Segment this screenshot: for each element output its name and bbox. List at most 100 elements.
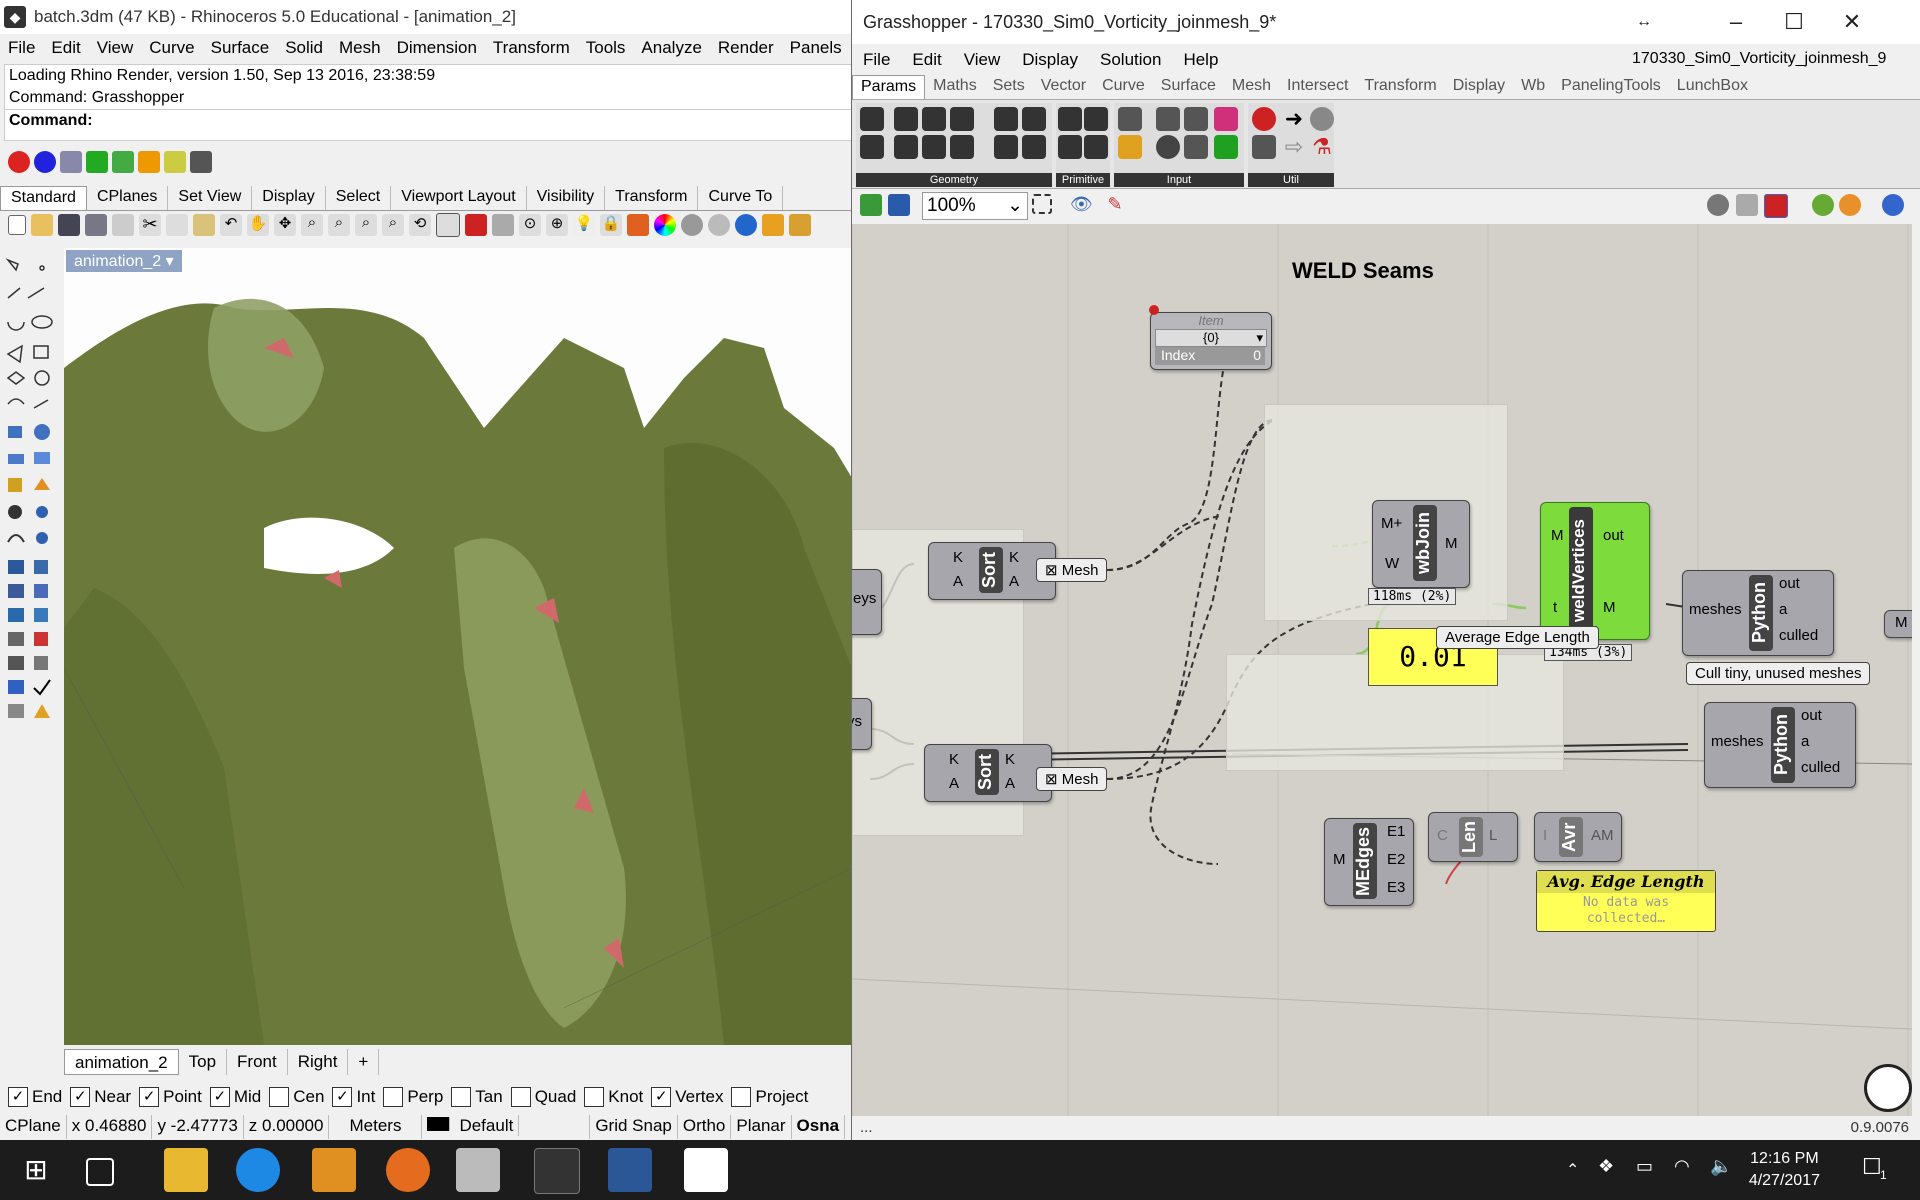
medges-input-m[interactable]: M [1333, 851, 1346, 868]
arrow-outline-icon[interactable]: ⇨ [1282, 135, 1306, 159]
zoom-dropdown[interactable]: 100% ⌄ [922, 192, 1028, 220]
resize-arrows-icon[interactable]: ↔ [1615, 0, 1673, 44]
weld-input-t[interactable]: t [1553, 599, 1557, 616]
osnap-checkbox[interactable]: ✓ [8, 1087, 28, 1107]
open-file-icon[interactable] [860, 194, 882, 216]
osnap-checkbox[interactable] [731, 1087, 752, 1107]
rhino-app-icon[interactable] [456, 1148, 500, 1192]
settings-icon[interactable] [762, 214, 784, 236]
copy-icon[interactable] [166, 214, 188, 236]
gear-icon[interactable] [789, 214, 811, 236]
gh-menu-view[interactable]: View [953, 48, 1012, 72]
sort-output-k[interactable]: K [1009, 549, 1019, 566]
graph-mapper-icon[interactable] [1118, 135, 1142, 159]
cplane-icon[interactable]: ⊙ [519, 214, 541, 236]
sort-input-a[interactable]: A [953, 573, 963, 590]
wbjoin-output-m[interactable]: M [1445, 535, 1458, 552]
osnap-checkbox[interactable] [383, 1087, 404, 1107]
osnap-checkbox[interactable]: ✓ [332, 1087, 353, 1107]
action-center-icon[interactable]: ☐ [1862, 1154, 1882, 1180]
layer-icon[interactable] [627, 214, 649, 236]
osnap-checkbox[interactable] [451, 1087, 472, 1107]
preview-mesh-icon[interactable] [1812, 194, 1834, 216]
sort-output-a[interactable]: A [1005, 775, 1015, 792]
gh-canvas[interactable]: WELD Seams Item {0} ▾ Index 0 eys ys K A S… [852, 224, 1912, 1116]
python-output-out[interactable]: out [1779, 575, 1800, 592]
zoom-icon[interactable]: ⌕ [301, 214, 323, 236]
param-icon[interactable] [1022, 135, 1046, 159]
chevron-up-icon[interactable]: ⌃ [1566, 1160, 1579, 1180]
viewport-tab-add[interactable]: + [348, 1049, 380, 1075]
arrow-right-icon[interactable]: ➜ [1282, 107, 1306, 131]
light-icon[interactable] [138, 151, 160, 173]
gh-tab-wb[interactable]: Wb [1513, 75, 1553, 99]
osnap-checkbox[interactable]: ✓ [651, 1087, 672, 1107]
sun-icon[interactable] [164, 151, 186, 173]
data-recorder-icon[interactable] [1310, 107, 1334, 131]
gh-menu-display[interactable]: Display [1011, 48, 1089, 72]
weldvertices-component[interactable]: M t weldVertices out M [1540, 502, 1650, 640]
rhino-menu-curve[interactable]: Curve [141, 36, 202, 62]
side-toolbar-icons[interactable] [0, 250, 60, 770]
word-icon[interactable] [608, 1148, 652, 1192]
environment-icon[interactable] [112, 151, 134, 173]
gh-title-bar[interactable]: Grasshopper - 170330_Sim0_Vorticity_join… [852, 0, 1920, 44]
osnap-checkbox[interactable] [584, 1087, 605, 1107]
sphere-blue-icon[interactable] [34, 151, 56, 173]
gh-tab-curve[interactable]: Curve [1094, 75, 1153, 99]
tab-select[interactable]: Select [326, 186, 392, 210]
value-list-icon[interactable] [1184, 135, 1208, 159]
object-properties-icon[interactable] [492, 214, 514, 236]
weld-output-out[interactable]: out [1603, 527, 1624, 544]
left-stub-component[interactable]: ys [852, 698, 872, 750]
command-prompt[interactable]: Command: [5, 109, 851, 132]
windows-start-icon[interactable]: ⊞ [14, 1148, 58, 1192]
rhino-menu-surface[interactable]: Surface [203, 36, 278, 62]
car-icon[interactable] [465, 214, 487, 236]
rhino-menu-file[interactable]: File [0, 36, 43, 62]
tab-set-view[interactable]: Set View [168, 186, 253, 210]
param-icon[interactable] [1022, 107, 1046, 131]
tab-standard[interactable]: Standard [0, 186, 87, 210]
firefox-icon[interactable] [386, 1148, 430, 1192]
file-explorer-icon[interactable] [164, 1148, 208, 1192]
light-bulb-icon[interactable]: 💡 [573, 214, 595, 236]
rhino-menu-render[interactable]: Render [710, 36, 782, 62]
avg-edge-panel[interactable]: Avg. Edge Length No data was collected… [1536, 870, 1716, 932]
task-view-icon[interactable] [86, 1158, 114, 1186]
sphere-red-icon[interactable] [8, 151, 30, 173]
lock-icon[interactable]: 🔒 [600, 214, 622, 236]
osnap-icon[interactable]: ⊕ [546, 214, 568, 236]
viewport-layout-icon[interactable] [436, 213, 460, 237]
wbjoin-input-mplus[interactable]: M+ [1381, 515, 1402, 532]
wbjoin-input-w[interactable]: W [1385, 555, 1399, 572]
document-sphere-icon[interactable] [1882, 194, 1904, 216]
gh-tab-maths[interactable]: Maths [925, 75, 985, 99]
tab-transform[interactable]: Transform [605, 186, 699, 210]
open-file-icon[interactable] [31, 214, 53, 236]
terminal-icon[interactable] [534, 1148, 580, 1194]
zoom-extents-icon[interactable] [1032, 194, 1052, 214]
param-icon[interactable] [950, 135, 974, 159]
dropbox-icon[interactable]: ❖ [1598, 1156, 1614, 1177]
python-input-meshes[interactable]: meshes [1711, 733, 1764, 750]
render-sphere-icon[interactable] [735, 214, 757, 236]
viewport-tab-top[interactable]: Top [178, 1049, 228, 1075]
tab-display[interactable]: Display [252, 186, 326, 210]
galapagos-icon[interactable] [1252, 135, 1276, 159]
gh-tab-transform[interactable]: Transform [1356, 75, 1444, 99]
gh-tab-mesh[interactable]: Mesh [1224, 75, 1279, 99]
avr-output-am[interactable]: AM [1591, 827, 1614, 844]
tab-curve-tools[interactable]: Curve To [698, 186, 784, 210]
new-file-icon[interactable] [8, 215, 26, 235]
tab-viewport-layout[interactable]: Viewport Layout [391, 186, 527, 210]
system-clock[interactable]: 12:16 PM 4/27/2017 [1749, 1148, 1820, 1192]
left-stub-component[interactable]: eys [852, 569, 882, 635]
primitive-icon[interactable] [1058, 135, 1082, 159]
param-icon[interactable] [994, 135, 1018, 159]
osnap-checkbox[interactable]: ✓ [139, 1087, 160, 1107]
len-input-c[interactable]: C [1437, 827, 1448, 844]
rhino-menu-dimension[interactable]: Dimension [389, 36, 485, 62]
rhino-menu-tools[interactable]: Tools [578, 36, 634, 62]
gh-tab-intersect[interactable]: Intersect [1279, 75, 1356, 99]
